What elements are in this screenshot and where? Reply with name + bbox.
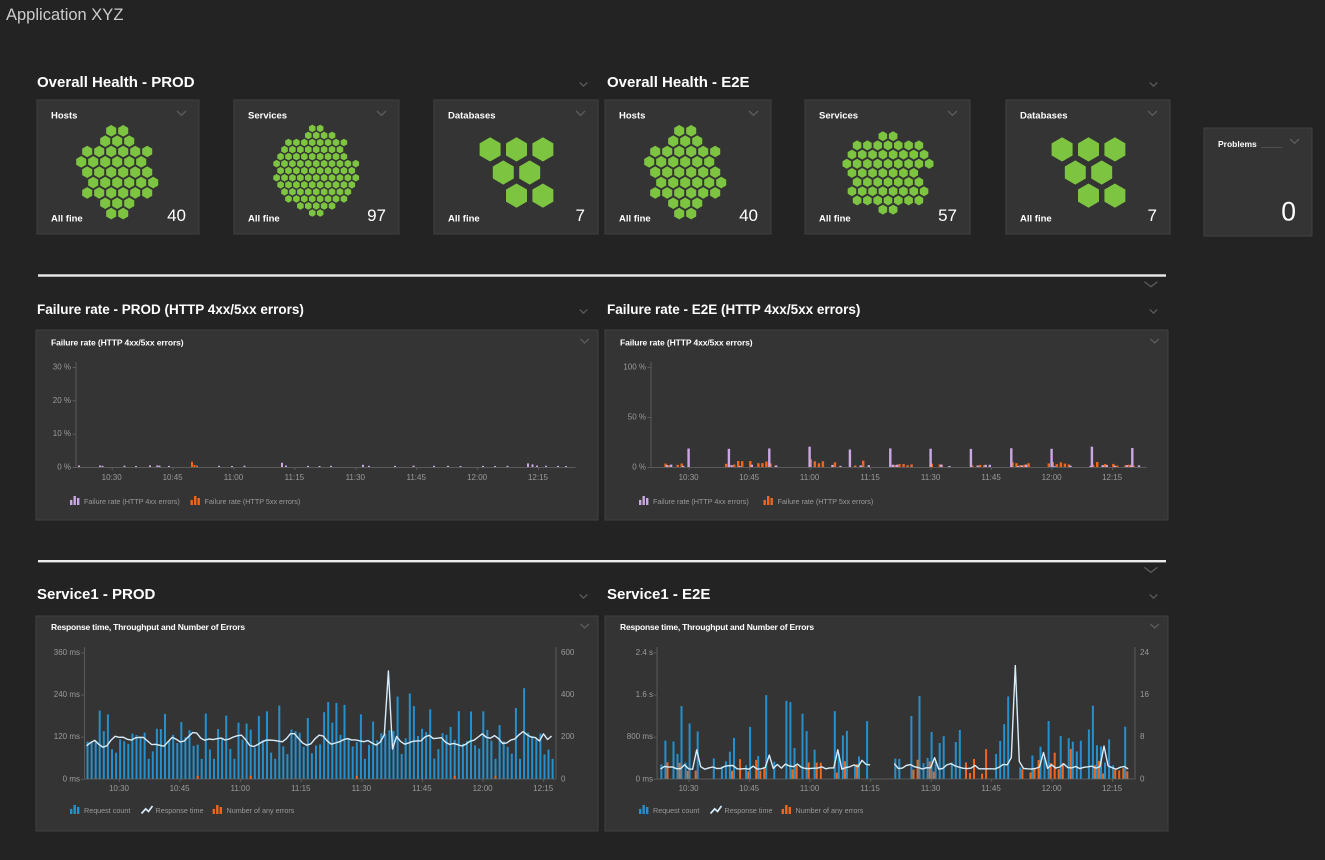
svg-text:12:15: 12:15 xyxy=(528,473,549,482)
svg-text:97: 97 xyxy=(367,206,386,225)
svg-text:1.6 s: 1.6 s xyxy=(636,690,653,699)
svg-text:11:00: 11:00 xyxy=(224,473,244,482)
svg-text:10:30: 10:30 xyxy=(109,784,130,793)
svg-text:10:45: 10:45 xyxy=(739,784,760,793)
svg-text:10:30: 10:30 xyxy=(679,784,700,793)
svg-text:Services: Services xyxy=(248,111,287,122)
svg-text:Problems: Problems xyxy=(1218,139,1257,149)
svg-text:All fine: All fine xyxy=(619,214,651,225)
svg-text:Hosts: Hosts xyxy=(619,111,645,122)
svg-text:200: 200 xyxy=(561,732,575,741)
svg-text:12:00: 12:00 xyxy=(1042,784,1063,793)
svg-text:Overall Health - E2E: Overall Health - E2E xyxy=(607,74,750,91)
svg-text:Response time: Response time xyxy=(725,806,773,815)
svg-text:Failure rate (HTTP 5xx errors): Failure rate (HTTP 5xx errors) xyxy=(205,497,301,506)
svg-text:10:45: 10:45 xyxy=(170,784,191,793)
svg-text:11:30: 11:30 xyxy=(352,784,372,793)
svg-text:2.4 s: 2.4 s xyxy=(636,648,653,657)
svg-text:50 %: 50 % xyxy=(628,413,646,422)
svg-text:Response time: Response time xyxy=(156,806,204,815)
svg-text:Number of any errors: Number of any errors xyxy=(227,806,295,815)
svg-text:Request count: Request count xyxy=(653,806,699,815)
svg-text:Service1 - E2E: Service1 - E2E xyxy=(607,586,710,603)
svg-text:Response time, Throughput and: Response time, Throughput and Number of … xyxy=(620,622,814,632)
svg-text:600: 600 xyxy=(561,648,575,657)
svg-text:12:15: 12:15 xyxy=(1102,784,1123,793)
svg-text:Databases: Databases xyxy=(1020,111,1068,122)
svg-text:11:00: 11:00 xyxy=(230,784,250,793)
svg-text:0 ms: 0 ms xyxy=(636,774,653,783)
svg-text:12:15: 12:15 xyxy=(533,784,554,793)
svg-text:11:15: 11:15 xyxy=(860,473,880,482)
svg-text:Failure rate - PROD (HTTP 4xx/: Failure rate - PROD (HTTP 4xx/5xx errors… xyxy=(37,302,304,317)
svg-text:120 ms: 120 ms xyxy=(54,732,80,741)
svg-text:0: 0 xyxy=(1140,774,1145,783)
svg-text:10:45: 10:45 xyxy=(739,473,760,482)
svg-text:12:15: 12:15 xyxy=(1102,473,1123,482)
svg-text:30 %: 30 % xyxy=(53,363,71,372)
svg-text:57: 57 xyxy=(938,206,957,225)
svg-text:8: 8 xyxy=(1140,732,1145,741)
svg-text:360 ms: 360 ms xyxy=(54,648,80,657)
svg-text:10:45: 10:45 xyxy=(163,473,184,482)
svg-text:All fine: All fine xyxy=(248,214,280,225)
svg-text:Number of any errors: Number of any errors xyxy=(796,806,864,815)
svg-text:Failure rate (HTTP 4xx errors): Failure rate (HTTP 4xx errors) xyxy=(84,497,180,506)
svg-text:Services: Services xyxy=(819,111,858,122)
svg-text:100 %: 100 % xyxy=(623,363,646,372)
svg-text:7: 7 xyxy=(576,206,585,225)
svg-text:Service1 - PROD: Service1 - PROD xyxy=(37,586,156,603)
svg-text:0 %: 0 % xyxy=(632,463,646,472)
svg-text:11:15: 11:15 xyxy=(860,784,880,793)
svg-text:Overall Health - PROD: Overall Health - PROD xyxy=(37,74,195,91)
svg-text:11:00: 11:00 xyxy=(800,473,820,482)
svg-text:11:30: 11:30 xyxy=(921,784,941,793)
svg-text:All fine: All fine xyxy=(448,214,480,225)
svg-text:11:45: 11:45 xyxy=(412,784,432,793)
svg-text:0 ms: 0 ms xyxy=(63,774,80,783)
svg-text:10:30: 10:30 xyxy=(679,473,700,482)
svg-text:16: 16 xyxy=(1140,690,1149,699)
svg-text:12:00: 12:00 xyxy=(1042,473,1063,482)
svg-text:240 ms: 240 ms xyxy=(54,690,80,699)
svg-text:11:15: 11:15 xyxy=(285,473,305,482)
svg-text:Failure rate (HTTP 5xx errors): Failure rate (HTTP 5xx errors) xyxy=(778,497,874,506)
svg-text:Request count: Request count xyxy=(84,806,130,815)
svg-text:11:00: 11:00 xyxy=(800,784,820,793)
svg-text:10 %: 10 % xyxy=(53,429,71,438)
svg-text:24: 24 xyxy=(1140,648,1149,657)
svg-text:Failure rate - E2E (HTTP 4xx/5: Failure rate - E2E (HTTP 4xx/5xx errors) xyxy=(607,302,860,317)
svg-text:All fine: All fine xyxy=(819,214,851,225)
svg-text:Hosts: Hosts xyxy=(51,111,77,122)
svg-text:Failure rate (HTTP 4xx/5xx err: Failure rate (HTTP 4xx/5xx errors) xyxy=(620,338,753,348)
svg-text:Failure rate (HTTP 4xx errors): Failure rate (HTTP 4xx errors) xyxy=(653,497,749,506)
svg-text:11:15: 11:15 xyxy=(291,784,311,793)
svg-text:800 ms: 800 ms xyxy=(627,732,653,741)
svg-text:400: 400 xyxy=(561,690,575,699)
svg-text:11:45: 11:45 xyxy=(981,784,1001,793)
svg-text:0: 0 xyxy=(561,774,566,783)
svg-text:7: 7 xyxy=(1148,206,1157,225)
svg-text:0 %: 0 % xyxy=(57,463,71,472)
svg-text:All fine: All fine xyxy=(51,214,83,225)
svg-text:11:30: 11:30 xyxy=(346,473,366,482)
svg-text:11:45: 11:45 xyxy=(406,473,426,482)
svg-text:All fine: All fine xyxy=(1020,214,1052,225)
svg-text:10:30: 10:30 xyxy=(102,473,123,482)
svg-text:Application XYZ: Application XYZ xyxy=(6,6,123,24)
svg-text:Databases: Databases xyxy=(448,111,496,122)
svg-text:40: 40 xyxy=(739,206,758,225)
svg-text:40: 40 xyxy=(167,206,186,225)
svg-text:Response time, Throughput and: Response time, Throughput and Number of … xyxy=(51,622,245,632)
svg-text:20 %: 20 % xyxy=(53,396,71,405)
svg-text:11:45: 11:45 xyxy=(981,473,1001,482)
svg-text:12:00: 12:00 xyxy=(473,784,494,793)
svg-text:11:30: 11:30 xyxy=(921,473,941,482)
svg-text:12:00: 12:00 xyxy=(467,473,488,482)
svg-text:Failure rate (HTTP 4xx/5xx err: Failure rate (HTTP 4xx/5xx errors) xyxy=(51,338,184,348)
svg-text:0: 0 xyxy=(1281,197,1296,227)
